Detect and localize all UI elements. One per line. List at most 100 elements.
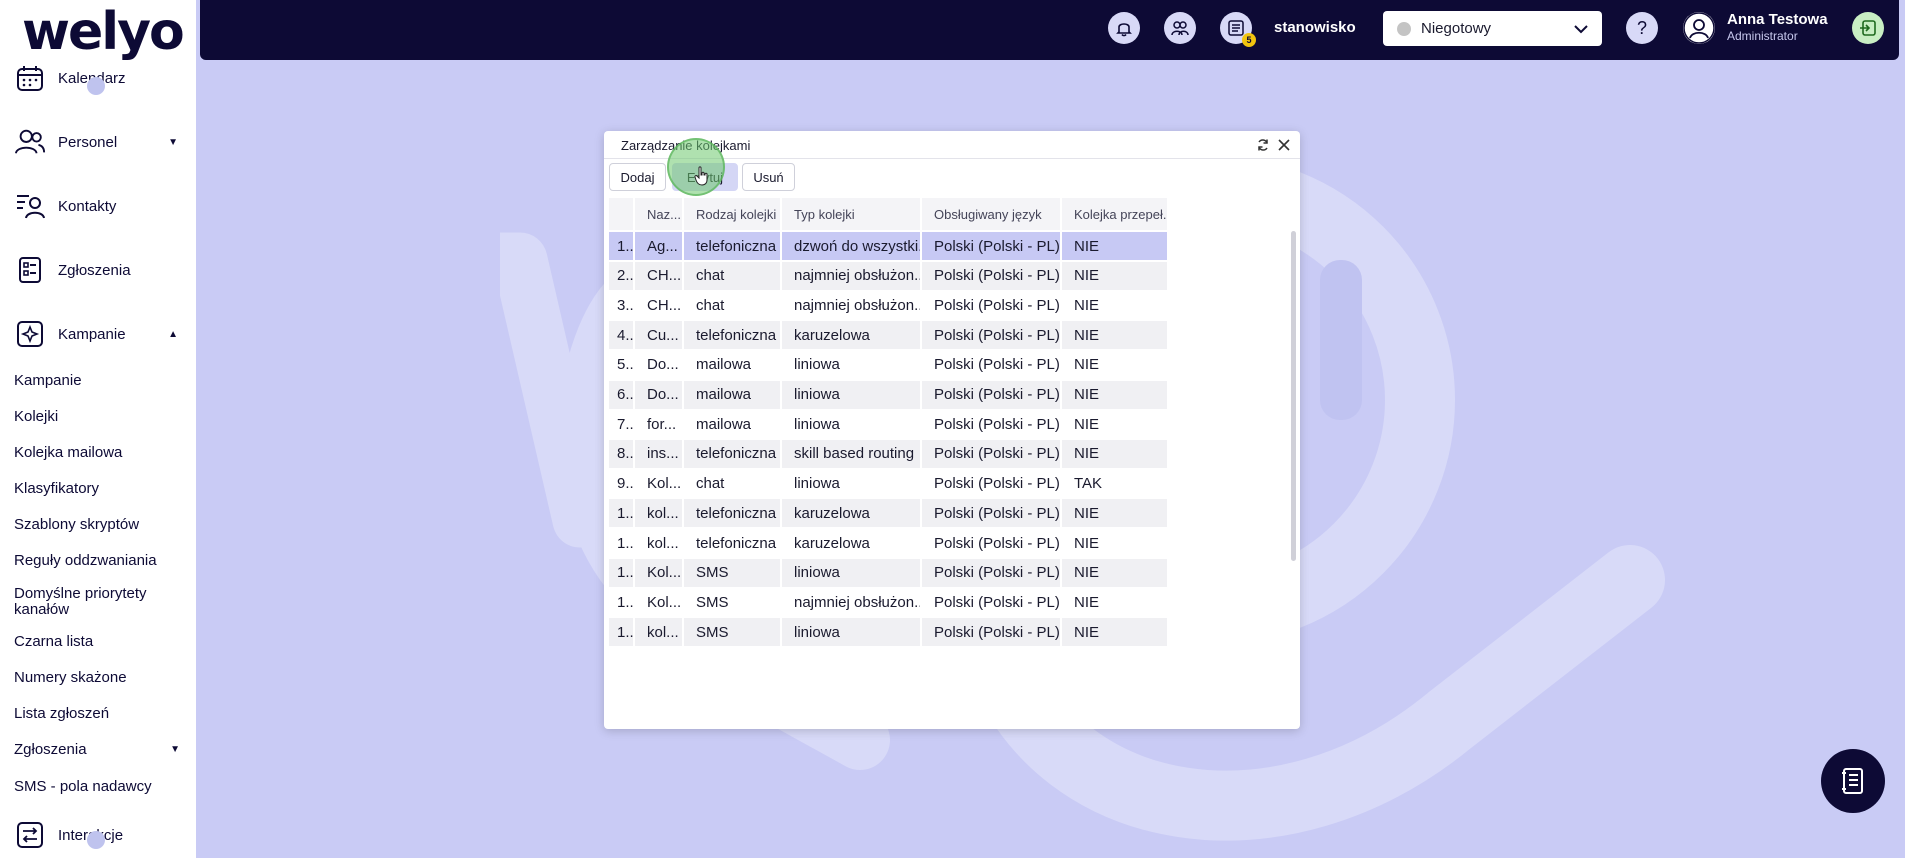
sidebar-item-label: Personel xyxy=(58,133,118,151)
cell-name: for... xyxy=(635,410,682,439)
cell-overflow-queue: NIE xyxy=(1062,410,1167,439)
team-icon xyxy=(1171,21,1189,36)
cell-row-number: 4... xyxy=(609,321,633,350)
edit-button[interactable]: Edytuj xyxy=(672,163,738,191)
sidebar-subitem-sms-pola-nadawcy[interactable]: SMS - pola nadawcy xyxy=(14,779,184,795)
sidebar-subitem-zgloszenia[interactable]: Zgłoszenia ▼ xyxy=(14,742,184,758)
cell-overflow-queue: NIE xyxy=(1062,499,1167,528)
notes-fab-button[interactable] xyxy=(1821,749,1885,813)
cell-name: Do... xyxy=(635,380,682,409)
cell-language: Polski (Polski - PL) xyxy=(922,321,1060,350)
dialog-header: Zarządzanie kolejkami xyxy=(604,131,1300,159)
cell-name: Do... xyxy=(635,350,682,379)
column-header-queue-type[interactable]: Typ kolejki xyxy=(782,198,920,230)
tasks-count-badge: 5 xyxy=(1242,33,1256,47)
cell-queue-type: najmniej obsłużon... xyxy=(782,291,920,320)
sidebar-subitem-kolejki[interactable]: Kolejki xyxy=(14,409,184,425)
cell-row-number: 9... xyxy=(609,469,633,498)
column-header-queue-kind[interactable]: Rodzaj kolejki xyxy=(684,198,780,230)
sidebar-subitem-kolejka-mailowa[interactable]: Kolejka mailowa xyxy=(14,445,184,461)
column-header-language[interactable]: Obsługiwany język xyxy=(922,198,1060,230)
cell-language: Polski (Polski - PL) xyxy=(922,380,1060,409)
sidebar-item-kampanie[interactable]: Kampanie ▲ xyxy=(0,312,196,356)
status-value: Niegotowy xyxy=(1421,20,1492,37)
logout-icon xyxy=(1860,20,1876,36)
sidebar-subitem-kampanie[interactable]: Kampanie xyxy=(14,373,184,389)
welyo-logo[interactable]: welyo xyxy=(22,2,185,62)
cell-language: Polski (Polski - PL) xyxy=(922,291,1060,320)
cell-language: Polski (Polski - PL) xyxy=(922,588,1060,617)
sidebar-subitem-czarna-lista[interactable]: Czarna lista xyxy=(14,634,184,650)
scroll-up-indicator[interactable] xyxy=(87,77,105,95)
cell-overflow-queue: NIE xyxy=(1062,321,1167,350)
queue-management-dialog: Zarządzanie kolejkami Dodaj Edytuj Usuń … xyxy=(604,131,1300,729)
sidebar-subitem-reguly-oddzwaniania[interactable]: Reguły oddzwaniania xyxy=(14,553,184,569)
sidebar-subitem-domyslne-priorytety[interactable]: Domyślne priorytety kanałów xyxy=(14,586,174,618)
cell-queue-kind: SMS xyxy=(684,558,780,587)
help-button[interactable]: ? xyxy=(1626,12,1658,44)
cell-overflow-queue: NIE xyxy=(1062,232,1167,260)
notifications-button[interactable] xyxy=(1108,12,1140,44)
users-icon xyxy=(14,126,46,158)
bell-icon xyxy=(1116,23,1132,37)
cell-name: Kol... xyxy=(635,469,682,498)
table-scrollbar[interactable] xyxy=(1291,231,1296,561)
sidebar-subitem-lista-zgloszen[interactable]: Lista zgłoszeń xyxy=(14,706,184,722)
agent-status-select[interactable]: Niegotowy xyxy=(1383,11,1602,46)
tasks-button[interactable]: 5 xyxy=(1220,12,1256,47)
close-icon xyxy=(1278,139,1290,151)
cell-language: Polski (Polski - PL) xyxy=(922,261,1060,290)
cell-queue-type: liniowa xyxy=(782,469,920,498)
dialog-toolbar: Dodaj Edytuj Usuń xyxy=(604,159,1300,195)
avatar[interactable] xyxy=(1683,12,1715,44)
cell-language: Polski (Polski - PL) xyxy=(922,410,1060,439)
cell-queue-kind: telefoniczna xyxy=(684,499,780,528)
cell-row-number: 8... xyxy=(609,439,633,468)
refresh-button[interactable] xyxy=(1254,136,1272,154)
cell-queue-type: karuzelowa xyxy=(782,529,920,557)
cell-queue-type: karuzelowa xyxy=(782,321,920,350)
sidebar-item-label: Zgłoszenia xyxy=(58,261,131,279)
cell-queue-type: liniowa xyxy=(782,410,920,439)
cell-queue-kind: mailowa xyxy=(684,350,780,379)
sidebar-subitem-szablony-skryptow[interactable]: Szablony skryptów xyxy=(14,517,184,533)
table-row[interactable]: 1...kol...SMSliniowaPolski (Polski - PL)… xyxy=(609,617,1291,651)
cell-queue-type: dzwoń do wszystki... xyxy=(782,232,920,260)
sidebar-item-zgloszenia[interactable]: Zgłoszenia xyxy=(0,248,196,292)
cell-queue-type: liniowa xyxy=(782,558,920,587)
user-role: Administrator xyxy=(1727,29,1798,43)
cell-queue-type: liniowa xyxy=(782,618,920,647)
caret-down-icon: ▼ xyxy=(168,136,178,148)
delete-button[interactable]: Usuń xyxy=(742,163,795,191)
user-name: Anna Testowa xyxy=(1727,11,1828,28)
close-button[interactable] xyxy=(1275,136,1293,154)
sidebar-item-kontakty[interactable]: Kontakty xyxy=(0,184,196,228)
cell-name: Kol... xyxy=(635,588,682,617)
cell-name: kol... xyxy=(635,499,682,528)
cell-row-number: 2... xyxy=(609,261,633,290)
column-header-row-number[interactable] xyxy=(609,198,633,230)
sidebar-subitem-numery-skazone[interactable]: Numery skażone xyxy=(14,670,184,686)
contacts-icon xyxy=(14,190,46,222)
sidebar-item-personel[interactable]: Personel ▼ xyxy=(0,120,196,164)
cell-overflow-queue: NIE xyxy=(1062,261,1167,290)
list-icon xyxy=(1228,20,1244,36)
cell-queue-type: najmniej obsłużon... xyxy=(782,261,920,290)
sidebar: welyo Kalendarz Personel ▼ Kontakty Zgło… xyxy=(0,0,196,858)
user-icon xyxy=(1683,12,1715,44)
cell-queue-kind: telefoniczna xyxy=(684,439,780,468)
add-button[interactable]: Dodaj xyxy=(609,163,666,191)
sidebar-subitem-klasyfikatory[interactable]: Klasyfikatory xyxy=(14,481,184,497)
refresh-icon xyxy=(1258,139,1268,151)
column-header-overflow-queue[interactable]: Kolejka przepeł... xyxy=(1062,198,1167,230)
cell-row-number: 1... xyxy=(609,232,633,260)
cell-name: CH... xyxy=(635,261,682,290)
cell-overflow-queue: NIE xyxy=(1062,350,1167,379)
cell-name: Ag... xyxy=(635,232,682,260)
scroll-down-indicator[interactable] xyxy=(87,831,105,849)
column-header-name[interactable]: Naz... xyxy=(635,198,682,230)
cell-overflow-queue: TAK xyxy=(1062,469,1167,498)
logout-button[interactable] xyxy=(1852,12,1884,44)
team-button[interactable] xyxy=(1164,12,1196,44)
cell-queue-kind: telefoniczna xyxy=(684,529,780,557)
